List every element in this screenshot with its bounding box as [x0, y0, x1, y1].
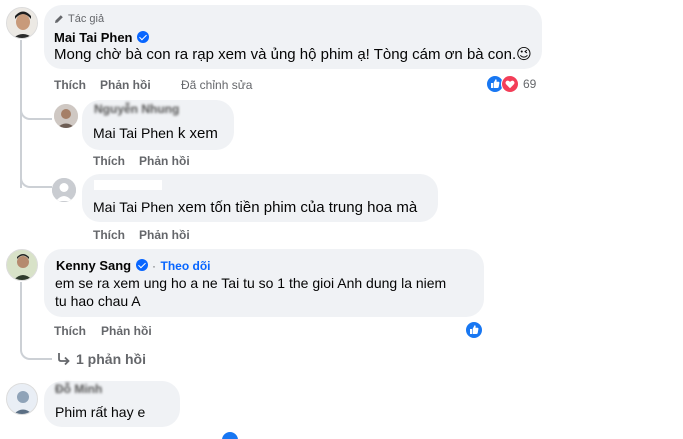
pencil-icon	[55, 15, 63, 23]
comment-actions-author: Thích Phản hồi Đã chỉnh sửa	[54, 78, 314, 94]
avatar-reply-1[interactable]	[54, 104, 78, 128]
comment-author-name[interactable]: Mai Tai Phen	[54, 30, 133, 45]
reaction-summary-kenny[interactable]	[465, 321, 483, 344]
default-avatar-icon	[52, 178, 76, 202]
avatar-kenny-sang[interactable]	[6, 249, 38, 281]
reply-bubble-1: Nguyễn Nhung Mai Tai Phen k xem	[82, 100, 234, 150]
comment-text-line-2: tu hao chau A	[55, 293, 141, 309]
thread-connector-3	[20, 344, 52, 360]
thread-line-2	[20, 282, 22, 350]
avatar-mai-tai-phen[interactable]	[6, 7, 38, 39]
like-icon	[465, 321, 483, 339]
reply-author-name[interactable]: Nguyễn Nhung	[94, 102, 179, 116]
wink-emoji-icon: 😉	[516, 46, 532, 63]
reply-link[interactable]: Phản hồi	[139, 228, 190, 242]
like-link[interactable]: Thích	[54, 78, 86, 92]
reply-mention[interactable]: Mai Tai Phen	[93, 125, 174, 141]
reply-text: Mai Tai Phen k xem	[93, 123, 218, 144]
reply-mention[interactable]: Mai Tai Phen	[93, 199, 174, 215]
reply-link[interactable]: Phản hồi	[100, 78, 151, 92]
reaction-summary-3[interactable]	[221, 431, 239, 439]
author-badge-label: Tác giả	[68, 13, 105, 25]
love-icon	[501, 75, 519, 93]
comment-text: Mong chờ bà con ra rạp xem và ủng hộ phi…	[54, 44, 532, 65]
avatar-portrait-icon	[7, 8, 37, 38]
reaction-count: 69	[523, 77, 537, 91]
thread-connector-1	[20, 104, 52, 120]
thread-connector-2	[20, 172, 52, 188]
reaction-summary[interactable]: 69	[486, 75, 536, 93]
view-replies-label: 1 phản hồi	[76, 351, 146, 367]
reply-author-redacted	[94, 180, 162, 190]
reply-actions-1: Thích Phản hồi	[93, 154, 213, 170]
follow-link[interactable]: Theo dõi	[160, 259, 210, 273]
comment-text-body: Mong chờ bà con ra rạp xem và ủng hộ phi…	[54, 46, 517, 63]
verified-badge-icon	[136, 31, 149, 43]
avatar-commenter-3[interactable]	[6, 383, 38, 415]
comment-bubble-3: Đỗ Minh Phim rất hay e	[44, 381, 180, 427]
reply-bubble-2: Mai Tai Phen xem tốn tiền phim của trung…	[82, 174, 438, 222]
reply-link[interactable]: Phản hồi	[101, 324, 152, 338]
avatar-reply-2[interactable]	[52, 178, 76, 202]
comment-author-name[interactable]: Kenny Sang	[56, 258, 131, 273]
reply-text-body: k xem	[177, 125, 218, 142]
separator-dot: ·	[152, 259, 157, 273]
reply-actions-2: Thích Phản hồi	[93, 228, 253, 244]
author-badge: Tác giả	[54, 13, 104, 25]
reply-arrow-icon	[58, 353, 70, 366]
like-link[interactable]: Thích	[54, 324, 86, 338]
avatar-portrait-icon	[54, 104, 78, 128]
verified-badge-icon	[135, 259, 148, 271]
avatar-portrait-icon	[7, 250, 37, 280]
view-replies-button[interactable]: 1 phản hồi	[57, 351, 146, 367]
comment-actions-kenny: Thích Phản hồi	[54, 324, 194, 340]
edited-label: Đã chỉnh sửa	[181, 78, 253, 92]
like-icon	[221, 431, 239, 439]
reply-text-body: xem tốn tiền phim của trung hoa mà	[177, 199, 418, 216]
reply-text: Mai Tai Phen xem tốn tiền phim của trung…	[93, 197, 417, 218]
like-link[interactable]: Thích	[93, 154, 125, 168]
comment-author-name[interactable]: Đỗ Minh	[55, 382, 102, 396]
comment-bubble-kenny: Kenny Sang · Theo dõi em se ra xem ung h…	[44, 249, 484, 317]
comment-text: Phim rất hay e	[55, 404, 146, 420]
reply-link[interactable]: Phản hồi	[139, 154, 190, 168]
avatar-portrait-icon	[7, 384, 37, 414]
like-link[interactable]: Thích	[93, 228, 125, 242]
comment-bubble-author: Tác giả Mai Tai Phen Mong chờ bà con ra …	[44, 5, 542, 69]
